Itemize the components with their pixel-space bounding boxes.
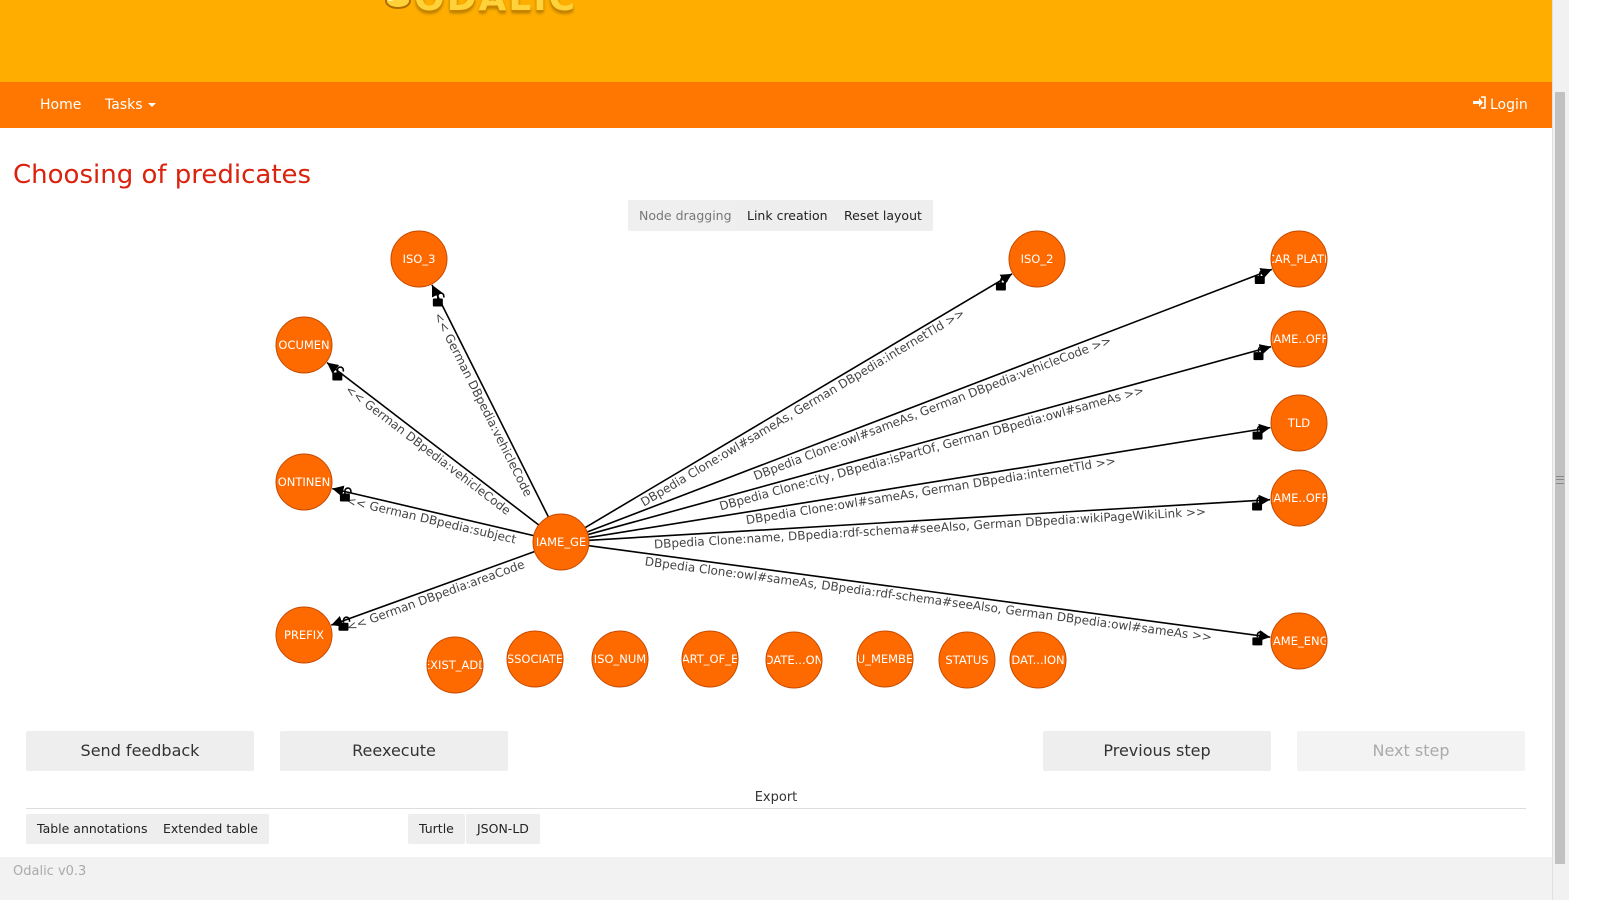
graph-node-continent[interactable]: ONTINEN	[275, 453, 333, 511]
graph-node-status[interactable]: STATUS	[938, 631, 996, 689]
svg-text:ISO_2: ISO_2	[1021, 252, 1054, 266]
graph-node-iso-2[interactable]: ISO_2	[1008, 230, 1066, 288]
link-creation-button[interactable]: Link creation	[736, 200, 839, 231]
graph-node-associate[interactable]: SSOCIATE	[506, 630, 564, 688]
export-label: Export	[754, 790, 798, 805]
graph-node-name-off2[interactable]: IAME..OFF	[1270, 469, 1328, 527]
svg-text:ART_OF_E: ART_OF_E	[682, 652, 738, 666]
svg-text:IAME..OFF: IAME..OFF	[1270, 491, 1328, 505]
link-car-plate[interactable]	[586, 268, 1273, 533]
nav-tasks-dropdown[interactable]: Tasks	[105, 82, 156, 128]
logo-bee-icon	[385, 0, 411, 9]
svg-text:U_MEMBE: U_MEMBE	[857, 652, 913, 666]
export-json-ld-button[interactable]: JSON-LD	[466, 814, 540, 844]
nav-login-label: Login	[1490, 97, 1528, 113]
link-label-continent[interactable]: << German DBpedia:subject	[345, 493, 518, 546]
link-label-name-off1[interactable]: DBpedia Clone:city, DBpedia:isPartOf, Ge…	[718, 383, 1146, 513]
graph-node-document[interactable]: OCUMEN	[275, 316, 333, 374]
svg-text:IAME_ENG: IAME_ENG	[1270, 634, 1329, 648]
svg-text:DAT...ION: DAT...ION	[1011, 653, 1064, 667]
svg-text:ONTINEN: ONTINEN	[278, 475, 331, 489]
reexecute-button[interactable]: Reexecute	[280, 731, 508, 771]
graph-node-prefix[interactable]: PREFIX	[275, 606, 333, 664]
link-iso-2[interactable]	[584, 273, 1013, 529]
previous-step-button[interactable]: Previous step	[1043, 731, 1271, 771]
nav-home[interactable]: Home	[40, 82, 81, 128]
graph-node-eu-member[interactable]: U_MEMBE	[856, 630, 914, 688]
link-label-tld[interactable]: DBpedia Clone:owl#sameAs, German DBpedia…	[745, 454, 1117, 527]
nav-tasks-label: Tasks	[105, 97, 143, 113]
graph-node-iso-num[interactable]: ISO_NUM	[591, 630, 649, 688]
lock-icon[interactable]	[432, 292, 445, 307]
lock-icon[interactable]	[1252, 631, 1265, 646]
export-divider	[26, 808, 1526, 809]
export-extended-table-button[interactable]: Extended table	[152, 814, 270, 844]
svg-text:ISO_3: ISO_3	[403, 252, 436, 266]
graph-node-tld[interactable]: TLD	[1270, 394, 1328, 452]
page-title: Choosing of predicates	[13, 160, 312, 190]
lock-icon[interactable]	[1252, 425, 1265, 440]
link-iso-3[interactable]	[431, 284, 550, 518]
link-label-iso-3[interactable]: << German DBpedia:vehicleCode	[431, 310, 535, 499]
svg-text:EXIST_ADD: EXIST_ADD	[423, 658, 487, 672]
reset-layout-button[interactable]: Reset layout	[833, 200, 933, 231]
svg-text:ISO_NUM: ISO_NUM	[594, 652, 646, 666]
logo-text: ODALIC	[414, 0, 577, 19]
navbar: Home Tasks Login	[0, 82, 1552, 128]
svg-text:DATE...ON: DATE...ON	[765, 653, 824, 667]
graph-node-date-on[interactable]: DATE...ON	[765, 631, 824, 689]
graph-node-center[interactable]: IAME_GE	[532, 513, 590, 571]
link-name-eng[interactable]	[588, 544, 1271, 642]
svg-text:OCUMEN: OCUMEN	[278, 338, 329, 352]
link-label-document[interactable]: << German DBpedia:vehicleCode	[343, 383, 513, 518]
export-turtle-button[interactable]: Turtle	[408, 814, 465, 844]
footer: Odalic v0.3	[0, 857, 1552, 900]
nav-login[interactable]: Login	[1472, 82, 1528, 128]
export-table-annotations-button[interactable]: Table annotations	[26, 814, 159, 844]
node-dragging-button[interactable]: Node dragging	[628, 200, 743, 231]
link-label-name-eng[interactable]: DBpedia Clone:owl#sameAs, DBpedia:rdf-sc…	[644, 554, 1213, 644]
graph-node-name-eng[interactable]: IAME_ENG	[1270, 612, 1329, 670]
link-label-car-plate[interactable]: DBpedia Clone:owl#sameAs, German DBpedia…	[752, 333, 1114, 483]
link-tld[interactable]	[588, 423, 1271, 539]
version-text: Odalic v0.3	[13, 864, 87, 879]
link-label-prefix[interactable]: << German DBpedia:areaCode	[345, 557, 527, 634]
graph-node-exist-add[interactable]: EXIST_ADD	[423, 636, 487, 694]
scrollbar-grip-icon	[1556, 476, 1564, 484]
graph-node-car-plate[interactable]: CAR_PLATE	[1267, 230, 1332, 288]
lock-icon[interactable]	[339, 487, 352, 502]
lock-icon[interactable]	[1252, 496, 1264, 511]
link-prefix[interactable]	[330, 550, 535, 627]
lock-icon[interactable]	[338, 616, 351, 631]
caret-down-icon	[147, 103, 156, 107]
graph-node-iso-3[interactable]: ISO_3	[390, 230, 448, 288]
svg-text:CAR_PLATE: CAR_PLATE	[1267, 252, 1332, 266]
svg-text:TLD: TLD	[1287, 416, 1310, 430]
graph-node-part-of-e[interactable]: ART_OF_E	[681, 630, 739, 688]
lock-icon[interactable]	[1254, 269, 1267, 285]
graph-node-date-ion[interactable]: DAT...ION	[1009, 631, 1067, 689]
link-document[interactable]	[326, 362, 540, 526]
link-name-off1[interactable]	[587, 344, 1272, 536]
link-name-off2[interactable]	[588, 494, 1271, 542]
svg-text:IAME..OFF: IAME..OFF	[1270, 332, 1328, 346]
lock-icon[interactable]	[995, 276, 1008, 291]
lock-icon[interactable]	[332, 366, 345, 381]
header-banner: ODALIC	[0, 0, 1552, 82]
svg-text:PREFIX: PREFIX	[284, 628, 324, 642]
svg-text:IAME_GE: IAME_GE	[536, 535, 586, 549]
svg-text:STATUS: STATUS	[945, 653, 988, 667]
link-label-name-off2[interactable]: DBpedia Clone:name, DBpedia:rdf-schema#s…	[654, 505, 1207, 552]
next-step-button[interactable]: Next step	[1297, 731, 1525, 771]
graph-node-name-off1[interactable]: IAME..OFF	[1270, 310, 1328, 368]
svg-text:SSOCIATE: SSOCIATE	[507, 652, 563, 666]
login-icon	[1472, 82, 1486, 128]
link-label-iso-2[interactable]: DBpedia Clone:owl#sameAs, German DBpedia…	[638, 306, 967, 509]
link-continent[interactable]	[332, 485, 534, 537]
send-feedback-button[interactable]: Send feedback	[26, 731, 254, 771]
lock-icon[interactable]	[1253, 345, 1266, 361]
